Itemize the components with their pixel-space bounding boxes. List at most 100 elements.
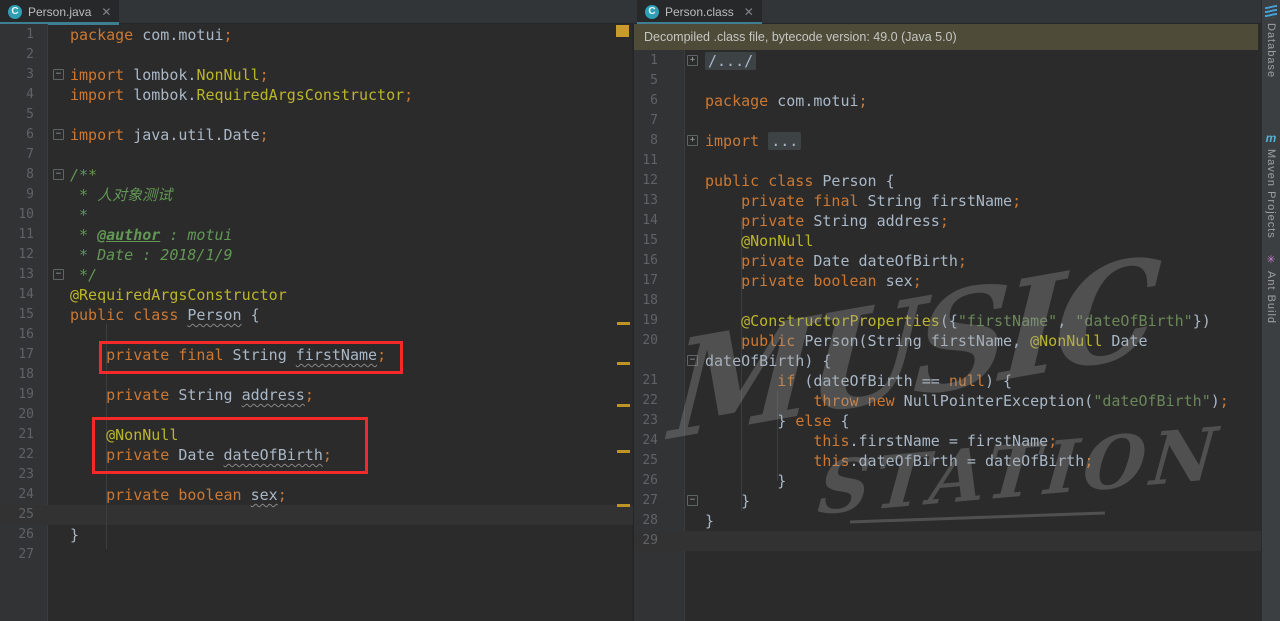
close-icon[interactable]: ✕ — [744, 5, 754, 19]
code-line[interactable]: 13 − */ — [0, 265, 633, 285]
line-number: 5 — [650, 73, 658, 88]
line-number: 11 — [18, 227, 34, 242]
close-icon[interactable]: ✕ — [101, 5, 111, 19]
code-line[interactable]: 7 — [0, 145, 633, 165]
line-number: 16 — [642, 253, 658, 268]
line-number: 26 — [18, 527, 34, 542]
code-line[interactable]: 19 @ConstructorProperties({"firstName", … — [634, 311, 1261, 331]
code-line[interactable]: 9 * 人对象测试 — [0, 185, 633, 205]
tool-button-maven-projects[interactable]: m Maven Projects — [1262, 132, 1280, 239]
tab-person-java[interactable]: C Person.java ✕ — [0, 0, 120, 25]
line-number: 5 — [26, 107, 34, 122]
code-text: } — [705, 472, 787, 490]
scrollbar-warning-mark[interactable] — [617, 504, 630, 507]
code-text: private boolean sex; — [70, 486, 287, 504]
code-line[interactable]: 8 + import ... — [634, 131, 1261, 151]
code-line[interactable]: 15 public class Person { — [0, 305, 633, 325]
code-line[interactable]: 15 @NonNull — [634, 231, 1261, 251]
code-line[interactable]: 12 public class Person { — [634, 171, 1261, 191]
line-number: 8 — [650, 133, 658, 148]
code-line[interactable]: 25 — [0, 505, 633, 525]
scrollbar-mark-square[interactable] — [616, 25, 629, 37]
code-line[interactable]: 1 + /.../ — [634, 51, 1261, 71]
code-line[interactable]: 7 — [634, 111, 1261, 131]
code-text: import lombok.RequiredArgsConstructor; — [70, 86, 414, 104]
code-line[interactable]: 3 − import lombok.NonNull; — [0, 65, 633, 85]
line-number: 17 — [642, 273, 658, 288]
code-line[interactable]: 5 — [0, 105, 633, 125]
code-line[interactable]: 24 private boolean sex; — [0, 485, 633, 505]
tool-button-database[interactable]: Database — [1262, 4, 1280, 79]
line-number: 14 — [642, 213, 658, 228]
fold-collapse-icon[interactable]: − — [53, 129, 64, 140]
code-line[interactable]: 6 package com.motui; — [634, 91, 1261, 111]
code-line[interactable]: 6 − import java.util.Date; — [0, 125, 633, 145]
line-number: 6 — [26, 127, 34, 142]
fold-collapse-icon[interactable]: − — [687, 495, 698, 506]
line-number: 8 — [26, 167, 34, 182]
code-line[interactable]: 10 * — [0, 205, 633, 225]
code-line[interactable]: 18 — [634, 291, 1261, 311]
right-editor-code: 1 + /.../ 5 6 package com.motui; 7 8 + import ...… — [634, 51, 1261, 551]
code-line[interactable]: 19 private String address; — [0, 385, 633, 405]
line-number: 20 — [18, 407, 34, 422]
line-number: 15 — [642, 233, 658, 248]
code-line[interactable]: 27 — [0, 545, 633, 565]
code-text: private String address; — [70, 386, 314, 404]
tab-person-class[interactable]: C Person.class ✕ — [637, 0, 762, 25]
line-number: 7 — [650, 113, 658, 128]
fold-collapse-icon[interactable]: − — [687, 355, 698, 366]
code-line[interactable]: 17 private boolean sex; — [634, 271, 1261, 291]
fold-collapse-icon[interactable]: − — [53, 69, 64, 80]
code-line[interactable]: 2 — [0, 45, 633, 65]
code-line[interactable]: 11 — [634, 151, 1261, 171]
code-text: public Person(String firstName, @NonNull… — [705, 332, 1148, 350]
code-line[interactable]: 12 * Date : 2018/1/9 — [0, 245, 633, 265]
editor-person-java[interactable]: 1 package com.motui; 2 3− import lombok.NonN… — [0, 24, 633, 621]
code-text: private String address; — [705, 212, 949, 230]
code-text: @RequiredArgsConstructor — [70, 286, 287, 304]
fold-collapse-icon[interactable]: − — [53, 169, 64, 180]
code-line[interactable]: 27 − } — [634, 491, 1261, 511]
line-number: 26 — [642, 473, 658, 488]
code-line[interactable]: 14 @RequiredArgsConstructor — [0, 285, 633, 305]
code-line[interactable]: 24 this.firstName = firstName; — [634, 431, 1261, 451]
scrollbar-warning-mark[interactable] — [617, 450, 630, 453]
fold-expand-icon[interactable]: + — [687, 135, 698, 146]
red-annotation-box-firstname — [99, 341, 403, 374]
tool-button-label: Database — [1265, 23, 1277, 79]
code-text: package com.motui; — [70, 26, 233, 44]
code-text: import ... — [705, 131, 802, 151]
fold-collapse-icon[interactable]: − — [53, 269, 64, 280]
scrollbar-warning-mark[interactable] — [617, 322, 630, 325]
code-line[interactable]: 26 } — [634, 471, 1261, 491]
code-text: if (dateOfBirth == null) { — [705, 372, 1013, 390]
code-line[interactable]: 20 public Person(String firstName, @NonN… — [634, 331, 1261, 351]
code-line[interactable]: 26} — [0, 525, 633, 545]
scrollbar-warning-mark[interactable] — [617, 362, 630, 365]
code-line[interactable]: − dateOfBirth) { — [634, 351, 1261, 371]
code-line[interactable]: 21 if (dateOfBirth == null) { — [634, 371, 1261, 391]
code-line[interactable]: 29 — [634, 531, 1261, 551]
editor-person-class[interactable]: 1 + /.../ 5 6 package com.motui; 7 8 + import ...… — [634, 50, 1261, 621]
code-line[interactable]: 1 package com.motui; — [0, 25, 633, 45]
line-number: 13 — [642, 193, 658, 208]
code-line[interactable]: 4 import lombok.RequiredArgsConstructor; — [0, 85, 633, 105]
editor-tab-bar — [0, 0, 1261, 24]
line-number: 19 — [18, 387, 34, 402]
code-line[interactable]: 16 private Date dateOfBirth; — [634, 251, 1261, 271]
code-line[interactable]: 28} — [634, 511, 1261, 531]
code-line[interactable]: 14 private String address; — [634, 211, 1261, 231]
code-line[interactable]: 22 throw new NullPointerException("dateO… — [634, 391, 1261, 411]
code-line[interactable]: 23 } else { — [634, 411, 1261, 431]
code-line[interactable]: 25 this.dateOfBirth = dateOfBirth; — [634, 451, 1261, 471]
fold-expand-icon[interactable]: + — [687, 55, 698, 66]
code-line[interactable]: 8 −/** — [0, 165, 633, 185]
tool-button-ant-build[interactable]: ✳ Ant Build — [1262, 254, 1280, 324]
code-text: */ — [70, 266, 98, 284]
scrollbar-warning-mark[interactable] — [617, 404, 630, 407]
code-line[interactable]: 11 * @author : motui — [0, 225, 633, 245]
code-line[interactable]: 13 private final String firstName; — [634, 191, 1261, 211]
code-line[interactable]: 5 — [634, 71, 1261, 91]
code-text: private Date dateOfBirth; — [705, 252, 967, 270]
